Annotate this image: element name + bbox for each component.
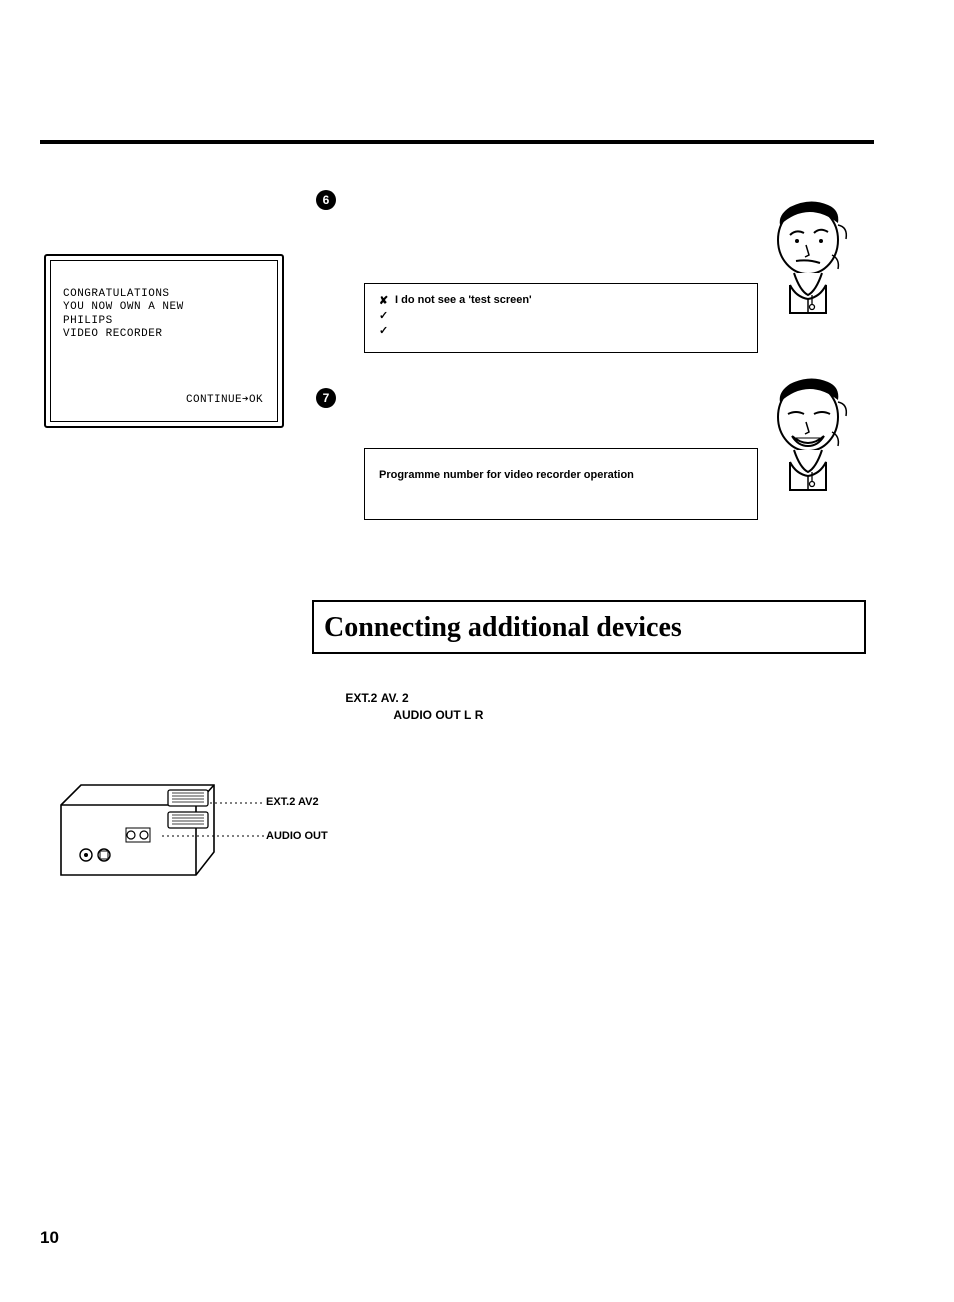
check-icon: ✓ bbox=[379, 324, 389, 337]
callout-row: ✓ bbox=[379, 324, 743, 337]
diagram-label-audio-out: AUDIO OUT bbox=[266, 830, 328, 842]
check-icon: ✓ bbox=[379, 309, 389, 322]
face-confused-icon bbox=[760, 195, 860, 315]
tv-screen-mockup: CONGRATULATIONS YOU NOW OWN A NEW PHILIP… bbox=[44, 254, 284, 428]
tv-line-4: VIDEO RECORDER bbox=[63, 328, 162, 340]
callout-title: I do not see a 'test screen' bbox=[395, 294, 532, 306]
smiling-face-illustration bbox=[760, 372, 860, 492]
label-r: R bbox=[475, 708, 484, 722]
diagram-label-ext2av2: EXT.2 AV2 bbox=[266, 796, 319, 808]
callout-title: Programme number for video recorder oper… bbox=[379, 469, 634, 481]
manual-page: CONGRATULATIONS YOU NOW OWN A NEW PHILIP… bbox=[0, 0, 954, 1302]
section-heading-box: Connecting additional devices bbox=[312, 600, 866, 654]
step-badge-6: 6 bbox=[316, 190, 336, 210]
info-callout-programme-number: Programme number for video recorder oper… bbox=[364, 448, 758, 520]
section-title: Connecting additional devices bbox=[324, 612, 854, 644]
cross-icon: ✘ bbox=[379, 294, 389, 307]
top-rule bbox=[40, 140, 874, 144]
label-av2: AV. 2 bbox=[381, 691, 409, 705]
connection-description: xxxxx EXT.2 AV. 2 xxxxxxxxxxxxx AUDIO OU… bbox=[312, 690, 866, 724]
callout-row: ✘ I do not see a 'test screen' bbox=[379, 294, 743, 307]
tv-continue-prompt: CONTINUE➔OK bbox=[186, 394, 263, 407]
step-7-marker: 7 bbox=[316, 388, 336, 408]
tv-line-3: PHILIPS bbox=[63, 315, 113, 327]
step-badge-7: 7 bbox=[316, 388, 336, 408]
tv-display: CONGRATULATIONS YOU NOW OWN A NEW PHILIP… bbox=[50, 260, 278, 422]
step-6-marker: 6 bbox=[316, 190, 336, 210]
tv-bezel: CONGRATULATIONS YOU NOW OWN A NEW PHILIP… bbox=[44, 254, 284, 428]
label-l: L bbox=[464, 708, 471, 722]
confused-face-illustration bbox=[760, 195, 860, 315]
vcr-rear-panel-diagram: EXT.2 AV2 AUDIO OUT bbox=[56, 780, 286, 900]
tv-line-1: CONGRATULATIONS bbox=[63, 288, 170, 300]
label-audio-out: AUDIO OUT bbox=[393, 708, 460, 722]
tv-line-2: YOU NOW OWN A NEW bbox=[63, 301, 184, 313]
face-happy-icon bbox=[760, 372, 860, 492]
callout-row: ✓ bbox=[379, 309, 743, 322]
label-ext2: EXT.2 bbox=[345, 691, 377, 705]
page-number: 10 bbox=[40, 1228, 59, 1248]
vcr-panel-icon bbox=[56, 780, 286, 900]
troubleshoot-callout-no-test-screen: ✘ I do not see a 'test screen' ✓ ✓ bbox=[364, 283, 758, 353]
